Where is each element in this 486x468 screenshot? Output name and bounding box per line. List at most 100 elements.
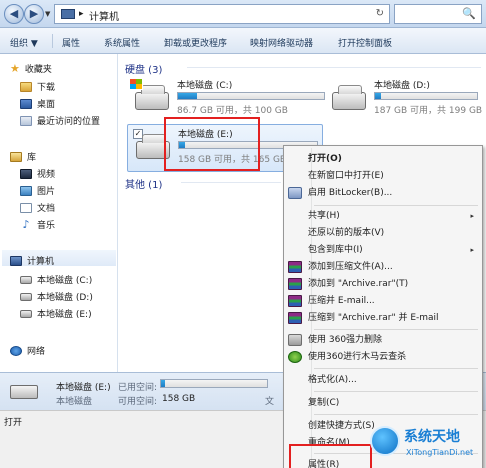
organize-button[interactable]: 组织 ▼ bbox=[10, 36, 38, 49]
sidebar-label: 本地磁盘 (C:) bbox=[37, 276, 93, 286]
menu-item-compress-email[interactable]: 压缩并 E-mail... bbox=[308, 293, 375, 309]
hard-disks-group-header[interactable]: 硬盘 (3) bbox=[125, 61, 162, 76]
menu-item-add-to-archive-rar[interactable]: 添加到 "Archive.rar"(T) bbox=[308, 276, 408, 292]
sidebar-label: 文档 bbox=[37, 204, 56, 214]
sidebar-item-libraries[interactable]: 库 bbox=[10, 150, 36, 163]
sidebar-item-drive-e[interactable]: 本地磁盘 (E:) bbox=[20, 307, 92, 320]
sidebar-label: 图片 bbox=[37, 187, 56, 197]
videos-icon bbox=[20, 168, 32, 179]
menu-item-360-force-delete[interactable]: 使用 360强力删除 bbox=[308, 332, 382, 348]
address-field[interactable]: 计算机 ▸ ↻ bbox=[54, 4, 390, 24]
menu-item-compress-rar-email[interactable]: 压缩到 "Archive.rar" 并 E-mail bbox=[308, 310, 439, 326]
drive-capacity: 187 GB 可用，共 199 GB bbox=[374, 106, 483, 116]
other-group-header[interactable]: 其他 (1) bbox=[125, 176, 162, 191]
documents-icon bbox=[20, 202, 32, 213]
details-free-value: 158 GB bbox=[162, 394, 196, 404]
refresh-icon[interactable]: ↻ bbox=[376, 8, 384, 19]
group-divider bbox=[181, 182, 281, 183]
menu-item-open-new-window[interactable]: 在新窗口中打开(E) bbox=[308, 168, 384, 184]
command-bar: 组织 ▼ 属性 系统属性 卸载或更改程序 映射网络驱动器 打开控制面板 bbox=[0, 28, 486, 54]
bitlocker-shield-icon bbox=[288, 187, 302, 199]
music-note-icon: ♪ bbox=[22, 218, 30, 231]
details-usage-fill bbox=[161, 380, 166, 387]
details-free-label: 可用空间: bbox=[118, 397, 158, 407]
address-bar: ◀ ▶ ▼ 计算机 ▸ ↻ 🔍 bbox=[0, 0, 486, 28]
menu-separator bbox=[314, 391, 478, 392]
hard-drive-icon bbox=[135, 85, 169, 110]
breadcrumb-computer[interactable]: 计算机 bbox=[89, 8, 119, 23]
sidebar-label: 收藏夹 bbox=[24, 65, 52, 75]
winrar-icon bbox=[288, 278, 302, 290]
star-icon: ★ bbox=[10, 62, 20, 75]
downloads-folder-icon bbox=[20, 81, 32, 92]
sidebar-label: 库 bbox=[27, 153, 37, 163]
breadcrumb-arrow-icon[interactable]: ▸ bbox=[79, 9, 84, 19]
menu-item-format[interactable]: 格式化(A)... bbox=[308, 372, 357, 388]
properties-button[interactable]: 属性 bbox=[62, 36, 80, 49]
site-watermark: 系统天地 XiTongTianDi.net bbox=[370, 422, 486, 468]
map-network-drive-button[interactable]: 映射网络驱动器 bbox=[250, 36, 313, 49]
windows-logo-icon bbox=[129, 78, 143, 90]
sidebar-label: 本地磁盘 (E:) bbox=[37, 310, 92, 320]
pictures-icon bbox=[20, 185, 32, 196]
sidebar-item-downloads[interactable]: 下载 bbox=[20, 80, 55, 93]
search-input[interactable]: 🔍 bbox=[394, 4, 482, 24]
drive-capacity: 86.7 GB 可用，共 100 GB bbox=[177, 106, 288, 116]
search-icon[interactable]: 🔍 bbox=[462, 7, 476, 20]
menu-item-include-in-library[interactable]: 包含到库中(I) bbox=[308, 242, 363, 258]
sidebar-item-pictures[interactable]: 图片 bbox=[20, 184, 55, 197]
sidebar-item-documents[interactable]: 文档 bbox=[20, 201, 55, 214]
details-file-system-label: 文 bbox=[265, 397, 275, 407]
drive-tile-d[interactable]: 本地磁盘 (D:) 187 GB 可用，共 199 GB bbox=[324, 76, 484, 124]
sidebar-item-drive-d[interactable]: 本地磁盘 (D:) bbox=[20, 290, 93, 303]
submenu-arrow-icon: ▸ bbox=[470, 212, 474, 220]
navigation-pane: ★ 收藏夹 下载 桌面 最近访问的位置 库 视频 图片 文档 ♪ 音乐 计算机 … bbox=[0, 54, 118, 372]
forward-button[interactable]: ▶ bbox=[24, 4, 44, 24]
sidebar-item-computer[interactable]: 计算机 bbox=[10, 254, 54, 267]
hard-drive-icon bbox=[10, 385, 38, 399]
details-drive-name: 本地磁盘 (E:) bbox=[56, 383, 111, 393]
hard-drive-icon bbox=[20, 275, 32, 284]
sidebar-item-network[interactable]: 网络 bbox=[10, 344, 45, 357]
sidebar-item-drive-c[interactable]: 本地磁盘 (C:) bbox=[20, 273, 92, 286]
computer-icon bbox=[61, 9, 75, 19]
shredder-icon bbox=[288, 334, 302, 346]
winrar-icon bbox=[288, 261, 302, 273]
menu-item-add-to-archive[interactable]: 添加到压缩文件(A)... bbox=[308, 259, 393, 275]
back-button[interactable]: ◀ bbox=[4, 4, 24, 24]
uninstall-program-button[interactable]: 卸载或更改程序 bbox=[164, 36, 227, 49]
drive-usage-bar bbox=[374, 92, 478, 100]
winrar-icon bbox=[288, 295, 302, 307]
system-properties-button[interactable]: 系统属性 bbox=[104, 36, 140, 49]
drive-name: 本地磁盘 (C:) bbox=[177, 81, 233, 91]
sidebar-item-recent-places[interactable]: 最近访问的位置 bbox=[20, 114, 100, 127]
sidebar-item-desktop[interactable]: 桌面 bbox=[20, 97, 55, 110]
status-text: 打开 bbox=[4, 418, 23, 428]
sidebar-item-music[interactable]: ♪ 音乐 bbox=[20, 218, 55, 231]
menu-separator bbox=[314, 414, 478, 415]
recent-pages-dropdown[interactable]: ▼ bbox=[45, 10, 50, 18]
menu-item-open[interactable]: 打开(O) bbox=[308, 151, 342, 167]
network-globe-icon bbox=[10, 345, 22, 356]
drive-e-annotation-box bbox=[164, 117, 260, 171]
sidebar-label: 视频 bbox=[37, 170, 56, 180]
hard-drive-icon bbox=[20, 309, 32, 318]
sidebar-label: 桌面 bbox=[37, 100, 56, 110]
menu-item-bitlocker[interactable]: 启用 BitLocker(B)... bbox=[308, 185, 392, 201]
drive-usage-fill bbox=[375, 93, 382, 99]
sidebar-item-favorites[interactable]: ★ 收藏夹 bbox=[10, 62, 52, 75]
drive-usage-fill bbox=[178, 93, 197, 99]
menu-item-360-trojan-scan[interactable]: 使用360进行木马云查杀 bbox=[308, 349, 406, 365]
details-used-label: 已用空间: bbox=[118, 383, 158, 393]
menu-item-copy[interactable]: 复制(C) bbox=[308, 395, 339, 411]
menu-separator bbox=[314, 329, 478, 330]
menu-separator bbox=[314, 368, 478, 369]
submenu-arrow-icon: ▸ bbox=[470, 246, 474, 254]
hard-drive-icon bbox=[332, 85, 366, 110]
menu-item-share[interactable]: 共享(H) bbox=[308, 208, 340, 224]
menu-item-restore-versions[interactable]: 还原以前的版本(V) bbox=[308, 225, 384, 241]
open-control-panel-button[interactable]: 打开控制面板 bbox=[338, 36, 392, 49]
recent-places-icon bbox=[20, 115, 32, 126]
menu-item-create-shortcut[interactable]: 创建快捷方式(S) bbox=[308, 418, 375, 434]
sidebar-item-videos[interactable]: 视频 bbox=[20, 167, 55, 180]
